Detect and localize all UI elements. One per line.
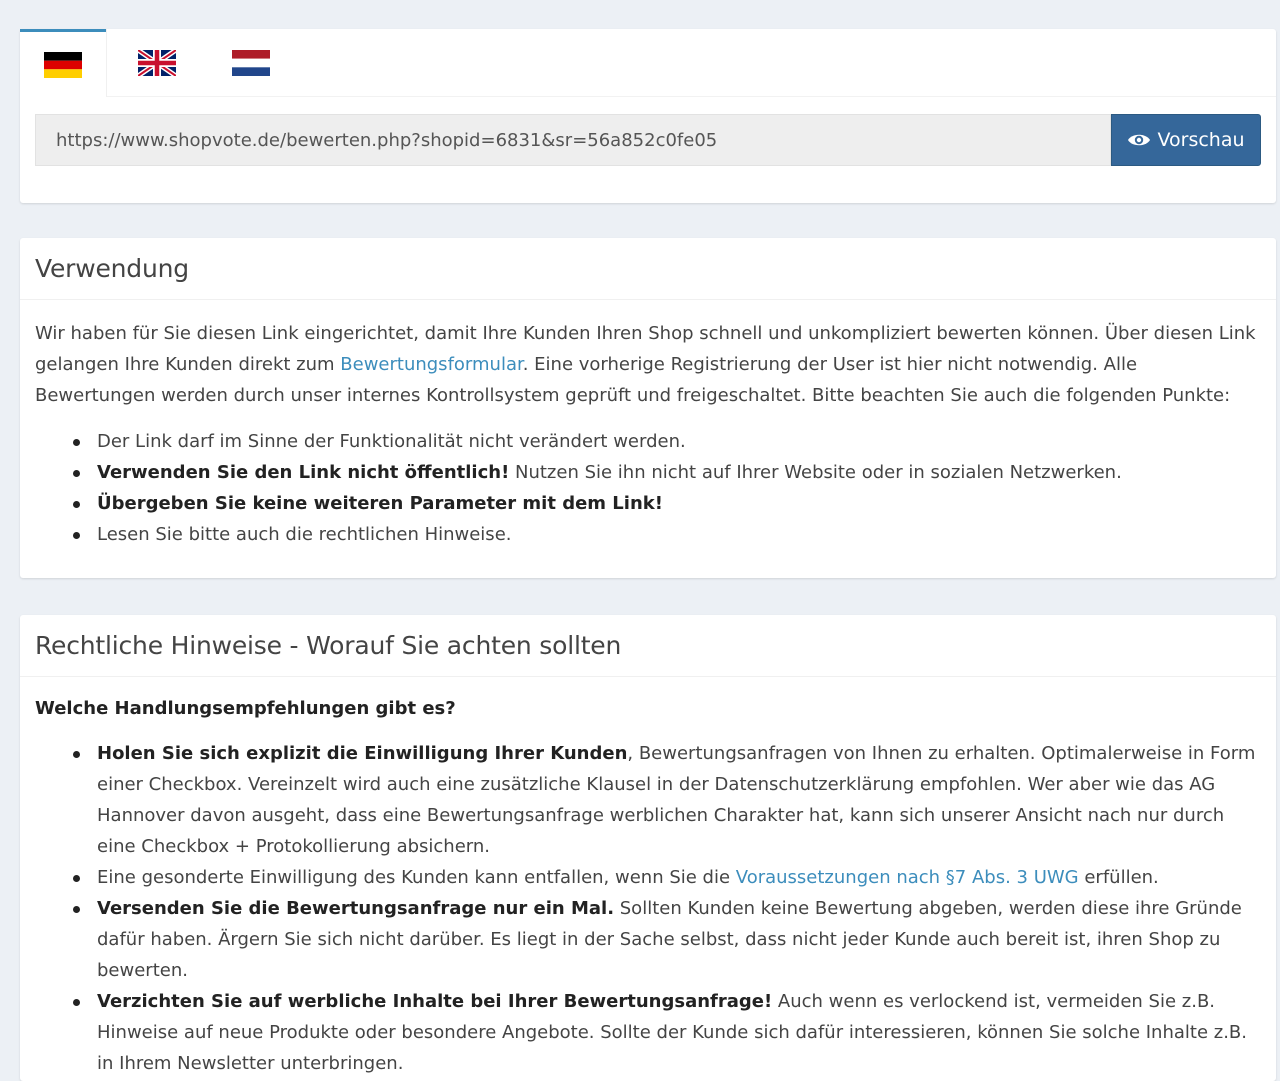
url-input-group: Vorschau bbox=[35, 114, 1261, 166]
tab-dutch[interactable] bbox=[208, 29, 294, 97]
usage-header: Verwendung bbox=[20, 238, 1276, 300]
list-item: Versenden Sie die Bewertungsanfrage nur … bbox=[35, 893, 1261, 986]
usage-list: Der Link darf im Sinne der Funktionalitä… bbox=[35, 426, 1261, 550]
uwg-link[interactable]: Voraussetzungen nach §7 Abs. 3 UWG bbox=[736, 867, 1079, 888]
list-item: Der Link darf im Sinne der Funktionalitä… bbox=[35, 426, 1261, 457]
usage-body: Wir haben für Sie diesen Link eingericht… bbox=[20, 300, 1276, 550]
flag-uk-icon bbox=[138, 50, 176, 76]
list-item: Verwenden Sie den Link nicht öffentlich!… bbox=[35, 457, 1261, 488]
list-item: Verzichten Sie auf werbliche Inhalte bei… bbox=[35, 986, 1261, 1079]
flag-netherlands-icon bbox=[232, 50, 270, 76]
usage-title: Verwendung bbox=[35, 254, 189, 283]
content-wrapper: Vorschau Verwendung Wir haben für Sie di… bbox=[20, 8, 1276, 1081]
list-item: Lesen Sie bitte auch die rechtlichen Hin… bbox=[35, 519, 1261, 550]
flag-germany-icon bbox=[44, 51, 82, 78]
review-link-card: Vorschau bbox=[20, 29, 1276, 203]
usage-intro: Wir haben für Sie diesen Link eingericht… bbox=[35, 323, 1256, 406]
list-item: Holen Sie sich explizit die Einwilligung… bbox=[35, 738, 1261, 862]
tab-english[interactable] bbox=[114, 29, 200, 97]
preview-button-label: Vorschau bbox=[1157, 129, 1245, 151]
review-url-field[interactable] bbox=[35, 114, 1111, 166]
preview-button[interactable]: Vorschau bbox=[1111, 114, 1261, 166]
legal-header: Rechtliche Hinweise - Worauf Sie achten … bbox=[20, 615, 1276, 677]
legal-question: Welche Handlungsempfehlungen gibt es? bbox=[35, 698, 456, 719]
list-item: Eine gesonderte Einwilligung des Kunden … bbox=[35, 862, 1261, 893]
language-tabs bbox=[20, 29, 1276, 97]
legal-card: Rechtliche Hinweise - Worauf Sie achten … bbox=[20, 615, 1276, 1081]
usage-card: Verwendung Wir haben für Sie diesen Link… bbox=[20, 238, 1276, 578]
legal-body: Welche Handlungsempfehlungen gibt es? Ho… bbox=[20, 677, 1276, 1079]
legal-title: Rechtliche Hinweise - Worauf Sie achten … bbox=[35, 631, 622, 660]
list-item: Übergeben Sie keine weiteren Parameter m… bbox=[35, 488, 1261, 519]
eye-icon bbox=[1128, 134, 1151, 146]
legal-list: Holen Sie sich explizit die Einwilligung… bbox=[35, 738, 1261, 1079]
review-form-link[interactable]: Bewertungsformular bbox=[340, 354, 522, 375]
tab-german[interactable] bbox=[20, 29, 106, 97]
